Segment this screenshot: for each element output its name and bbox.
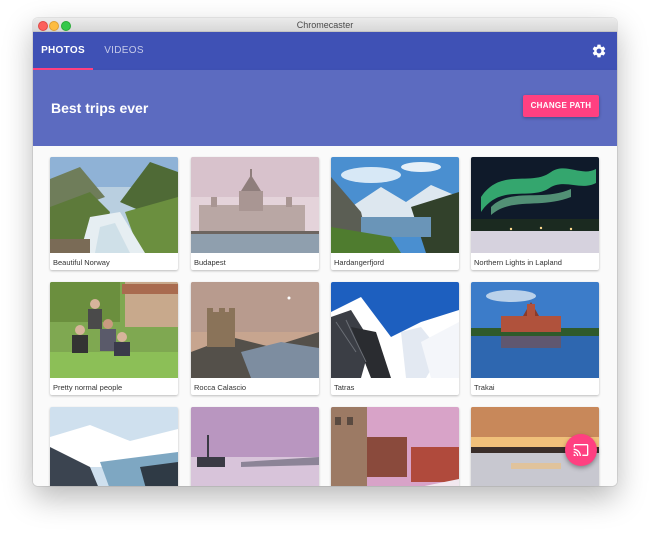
photo-card[interactable] bbox=[331, 407, 459, 486]
photo-thumbnail bbox=[471, 282, 599, 378]
photo-thumbnail bbox=[331, 282, 459, 378]
photo-card-tatras[interactable]: Tatras bbox=[331, 282, 459, 395]
page-title: Best trips ever bbox=[51, 100, 149, 116]
tab-videos[interactable]: VIDEOS bbox=[97, 32, 151, 70]
photo-caption: Trakai bbox=[474, 383, 495, 392]
gear-icon[interactable] bbox=[591, 43, 607, 59]
photo-card[interactable] bbox=[191, 407, 319, 486]
photo-card-pretty-normal-people[interactable]: Pretty normal people bbox=[50, 282, 178, 395]
photo-card-trakai[interactable]: Trakai bbox=[471, 282, 599, 395]
cast-button[interactable] bbox=[565, 434, 597, 466]
photo-caption: Hardangerfjord bbox=[334, 258, 385, 267]
photo-thumbnail bbox=[191, 407, 319, 486]
photo-thumbnail bbox=[50, 157, 178, 253]
photo-card-rocca-calascio[interactable]: Rocca Calascio bbox=[191, 282, 319, 395]
photo-caption: Northern Lights in Lapland bbox=[474, 258, 562, 267]
photo-card-hardangerfjord[interactable]: Hardangerfjord bbox=[331, 157, 459, 270]
cast-icon bbox=[573, 444, 589, 456]
photo-caption: Rocca Calascio bbox=[194, 383, 247, 392]
photo-caption: Tatras bbox=[334, 383, 355, 392]
photo-card-northern-lights[interactable]: Northern Lights in Lapland bbox=[471, 157, 599, 270]
photo-thumbnail bbox=[331, 407, 459, 486]
photo-card-budapest[interactable]: Budapest bbox=[191, 157, 319, 270]
photo-grid: Beautiful Norway Budapest Hardangerfjord… bbox=[33, 146, 617, 486]
photo-thumbnail bbox=[331, 157, 459, 253]
window-title: Chromecaster bbox=[296, 20, 354, 30]
page-header: Best trips ever CHANGE PATH bbox=[33, 70, 617, 146]
tab-photos[interactable]: PHOTOS bbox=[33, 32, 93, 70]
change-path-button[interactable]: CHANGE PATH bbox=[523, 95, 599, 117]
photo-thumbnail bbox=[50, 282, 178, 378]
photo-caption: Pretty normal people bbox=[53, 383, 123, 392]
photo-caption: Beautiful Norway bbox=[53, 258, 110, 267]
app-bar: PHOTOS VIDEOS bbox=[33, 32, 617, 70]
photo-caption: Budapest bbox=[194, 258, 226, 267]
app-window: Chromecaster PHOTOS VIDEOS Best trips ev… bbox=[33, 18, 617, 486]
photo-thumbnail bbox=[50, 407, 178, 486]
photo-thumbnail bbox=[191, 282, 319, 378]
photo-card[interactable] bbox=[50, 407, 178, 486]
window-titlebar: Chromecaster bbox=[33, 18, 617, 32]
photo-thumbnail bbox=[471, 157, 599, 253]
photo-card-beautiful-norway[interactable]: Beautiful Norway bbox=[50, 157, 178, 270]
photo-thumbnail bbox=[191, 157, 319, 253]
